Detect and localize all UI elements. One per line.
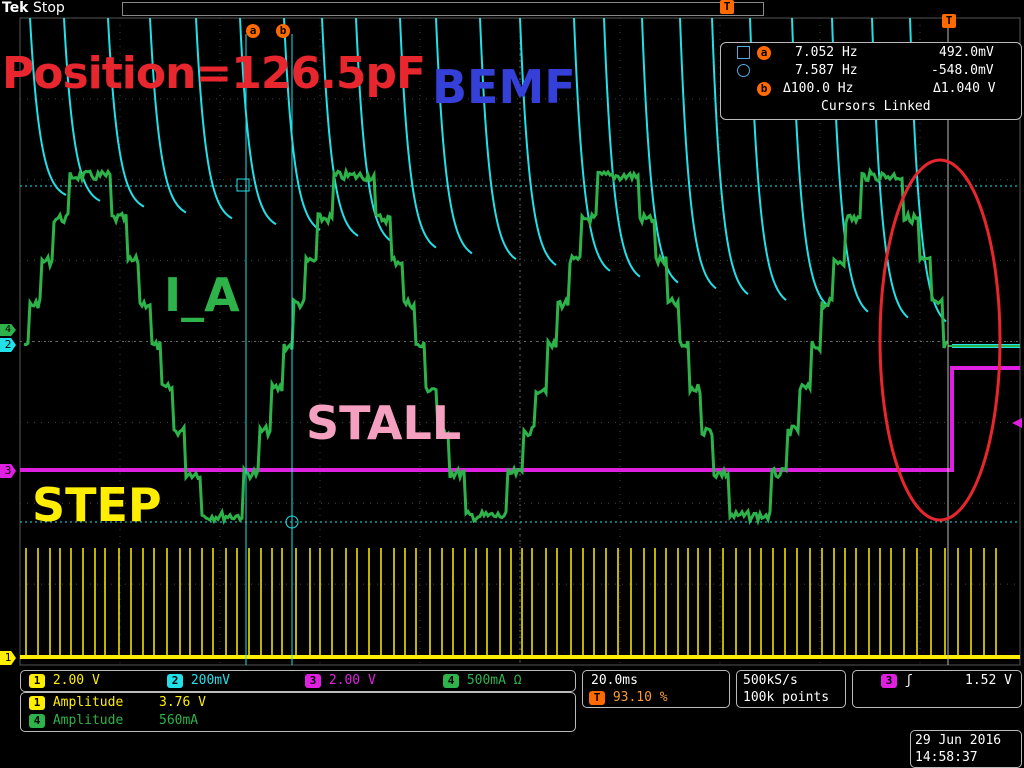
ch2-scale[interactable]: 200mV [191,673,230,688]
cursors-linked-label: Cursors Linked [821,99,931,114]
ch3-scale[interactable]: 2.00 V [329,673,376,688]
cursor-b-icon [737,64,750,77]
trigger-level: 1.52 V [965,673,1012,688]
cursor-a-value: 492.0mV [939,45,994,60]
brand-status: Tek Stop [2,0,65,16]
bemf-spike [435,17,473,255]
cursor-readout-panel[interactable]: a 7.052 Hz 492.0mV 7.587 Hz -548.0mV b Δ… [720,42,1022,120]
meas1-value: 3.76 V [159,695,206,710]
annotation-stall: STALL [306,396,462,450]
cursor-b-frequency: 7.587 Hz [795,63,858,78]
acquisition-panel[interactable]: 500kS/s 100k points [736,670,846,708]
ch1-badge[interactable]: 1 [29,673,45,688]
trigger-position-marker[interactable]: T [942,14,956,28]
bemf-spike [519,17,557,266]
cursor-b-value: -548.0mV [931,63,994,78]
ch1-scale[interactable]: 2.00 V [53,673,100,688]
meas2-value: 560mA [159,713,199,728]
bemf-spike [603,17,641,278]
cursor-a-icon [737,46,750,59]
measurement-panel[interactable]: 1 Amplitude 3.76 V 4 Amplitude 560mA [20,692,576,732]
cursor-a-marker[interactable]: a [246,24,260,38]
sample-rate: 500kS/s [743,673,798,688]
cursor-a-handle [236,178,250,192]
time-label: 14:58:37 [915,750,978,765]
timebase-panel[interactable]: 20.0ms T 93.10 % [582,670,730,708]
meas2-name: Amplitude [52,713,124,728]
annotation-step: STEP [32,478,162,532]
trigger-source-badge: 3 [881,673,897,688]
acq-status: Stop [32,0,65,16]
bemf-spike [107,17,145,208]
trigger-panel[interactable]: 3 ʃ 1.52 V [852,670,1022,708]
meas2-channel-badge: 4 [29,713,45,728]
cursor-delta-value: Δ1.040 V [933,81,996,96]
brand-label: Tek [2,0,29,16]
trigger-pos-icon: T [589,690,605,705]
annotation-i-a: I_A [164,268,240,322]
record-trigger-marker: T [720,0,734,14]
meas1-channel-badge: 1 [29,695,45,710]
ch3-badge[interactable]: 3 [305,673,321,688]
cursor-b-marker[interactable]: b [276,24,290,38]
highlight-ellipse [878,158,1002,522]
trigger-position: 93.10 % [612,690,668,705]
record-position-bar[interactable] [122,2,764,16]
trigger-slope-icon: ʃ [904,673,913,688]
cursor-a-badge: a [757,46,771,60]
stall-line [20,366,1020,472]
ch4-scale[interactable]: 500mA Ω [467,673,522,688]
annotation-position: Position=126.5pF [2,48,426,99]
ch2-badge[interactable]: 2 [167,673,183,688]
annotation-bemf: BEMF [432,60,576,114]
record-length: 100k points [743,690,830,705]
stall-trace [20,366,1020,472]
date-label: 29 Jun 2016 [915,733,1002,748]
cursor-delta-badge: b [757,82,771,96]
bemf-spike [479,17,517,261]
datetime-panel: 29 Jun 2016 14:58:37 [910,730,1022,768]
timebase-scale[interactable]: 20.0ms [591,673,638,688]
cursor-delta-frequency: Δ100.0 Hz [783,81,854,96]
bemf-spike [641,17,679,284]
ch4-badge[interactable]: 4 [443,673,459,688]
channel-scale-bar[interactable]: 1 2.00 V 2 200mV 3 2.00 V 4 500mA Ω [20,670,576,692]
meas1-name: Amplitude [52,695,124,710]
cursor-a-frequency: 7.052 Hz [795,45,858,60]
bemf-spike [679,17,717,290]
bemf-spike [29,17,67,196]
